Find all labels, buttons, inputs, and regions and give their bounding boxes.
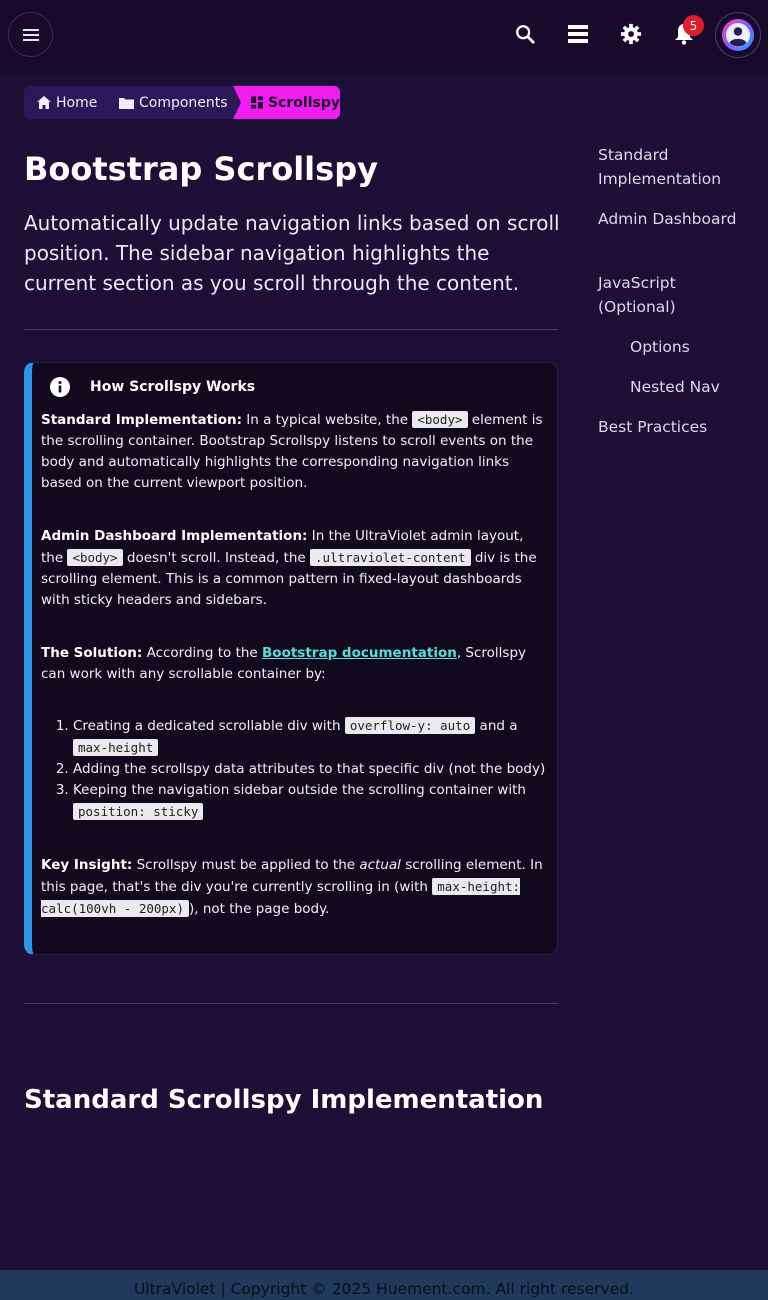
key-insight-paragraph: Key Insight: Scrollspy must be applied t… <box>41 855 546 920</box>
standard-implementation-paragraph: Standard Implementation: In a typical we… <box>41 409 546 494</box>
toc-admin-dashboard[interactable]: Admin Dashboard <box>598 207 738 231</box>
breadcrumb-components-label: Components <box>139 94 228 111</box>
list-item: Adding the scrollspy data attributes to … <box>73 759 546 780</box>
settings-button[interactable] <box>619 22 643 46</box>
avatar <box>722 19 754 51</box>
bootstrap-docs-link[interactable]: Bootstrap documentation <box>262 645 457 661</box>
text: and a <box>475 718 518 734</box>
text: Scrollspy must be applied to the <box>132 857 360 873</box>
text: Creating a dedicated scrollable div with <box>73 718 345 734</box>
folder-icon <box>119 97 134 109</box>
emphasis: actual <box>359 857 401 873</box>
text: ), not the page body. <box>189 901 330 917</box>
text: Keeping the navigation sidebar outside t… <box>73 782 526 798</box>
gear-icon <box>620 23 642 45</box>
toc-standard-implementation[interactable]: Standard Implementation <box>598 143 738 191</box>
code-body: <body> <box>412 411 468 428</box>
list-item: Creating a dedicated scrollable div with… <box>73 715 546 759</box>
search-icon <box>516 25 535 44</box>
toc-best-practices[interactable]: Best Practices <box>598 415 707 439</box>
home-icon <box>37 96 51 109</box>
info-callout: How Scrollspy Works Standard Implementat… <box>24 362 558 955</box>
callout-header: How Scrollspy Works <box>50 377 255 397</box>
footer: UltraViolet | Copyright © 2025 Huement.c… <box>0 1270 768 1300</box>
hamburger-icon <box>22 28 39 41</box>
label-key-insight: Key Insight: <box>41 857 133 873</box>
user-avatar-icon <box>726 23 750 47</box>
info-icon <box>50 377 70 397</box>
breadcrumb-current: Scrollspy <box>233 86 340 119</box>
code-position-sticky: position: sticky <box>73 803 204 820</box>
notification-count-badge: 5 <box>683 15 704 36</box>
storage-button[interactable] <box>566 22 590 46</box>
breadcrumb-components[interactable]: Components <box>117 86 237 119</box>
divider <box>24 1003 558 1004</box>
top-navbar: 5 <box>0 0 768 70</box>
text: According to the <box>142 645 263 661</box>
code-body: <body> <box>67 549 123 566</box>
toc-options[interactable]: Options <box>630 335 690 359</box>
label-solution: The Solution: <box>41 645 143 661</box>
divider <box>24 329 558 330</box>
callout-body: Standard Implementation: In a typical we… <box>41 409 546 952</box>
label-admin: Admin Dashboard Implementation: <box>41 528 308 544</box>
code-content-class: .ultraviolet-content <box>310 549 471 566</box>
list-item: Keeping the navigation sidebar outside t… <box>73 780 546 823</box>
search-button[interactable] <box>513 22 537 46</box>
text: doesn't scroll. Instead, the <box>122 550 311 566</box>
page-title: Bootstrap Scrollspy <box>24 150 378 188</box>
storage-icon <box>568 25 588 43</box>
solution-paragraph: The Solution: According to the Bootstrap… <box>41 643 546 685</box>
text: In a typical website, the <box>242 412 413 428</box>
callout-title: How Scrollspy Works <box>90 379 256 395</box>
solution-steps-list: Creating a dedicated scrollable div with… <box>41 715 546 823</box>
breadcrumb-home-label: Home <box>56 94 98 111</box>
admin-implementation-paragraph: Admin Dashboard Implementation: In the U… <box>41 526 546 611</box>
code-max-height: max-height <box>73 739 159 756</box>
code-overflow: overflow-y: auto <box>344 717 476 734</box>
toc-javascript[interactable]: JavaScript (Optional) <box>598 271 718 319</box>
profile-button[interactable] <box>715 12 761 58</box>
footer-copyright: UltraViolet | Copyright © 2025 Huement.c… <box>133 1280 635 1298</box>
page-lead: Automatically update navigation links ba… <box>24 211 560 295</box>
breadcrumb: Home Components Scrollspy <box>24 86 340 119</box>
menu-toggle-button[interactable] <box>8 12 53 57</box>
section-title: Standard Scrollspy Implementation <box>24 1085 544 1115</box>
label-standard: Standard Implementation: <box>41 412 242 428</box>
breadcrumb-home[interactable]: Home <box>24 86 117 119</box>
dashboard-icon <box>251 96 264 109</box>
toc-nested-nav[interactable]: Nested Nav <box>630 375 720 399</box>
breadcrumb-current-label: Scrollspy <box>268 94 340 111</box>
